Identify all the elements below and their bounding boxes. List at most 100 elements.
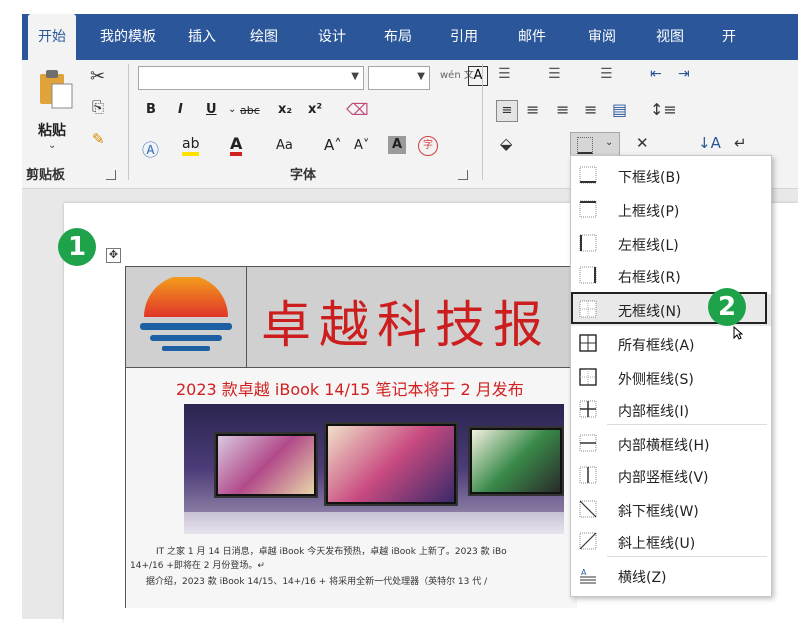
tab-layout[interactable]: 布局 xyxy=(384,14,412,60)
border-top-icon xyxy=(579,200,597,218)
cut-icon[interactable]: ✂ xyxy=(90,66,105,87)
border-bottom-icon xyxy=(577,137,593,154)
italic-button[interactable]: I xyxy=(178,102,183,117)
line-spacing-icon[interactable]: ↕≡ xyxy=(650,100,677,119)
border-inside-vertical-icon xyxy=(579,466,597,484)
font-color-icon[interactable]: A xyxy=(230,136,243,156)
logo-cell[interactable] xyxy=(125,266,247,368)
copy-icon[interactable]: ⎘ xyxy=(92,98,104,116)
border-inside-icon xyxy=(579,400,597,418)
menu-item-label: 内部框线(I) xyxy=(618,404,690,420)
article-paragraph-3: 据介绍，2023 款 iBook 14/15、14+/16 + 将采用全新一代处… xyxy=(146,577,488,587)
menu-item-bottom-border[interactable]: 下框线(B) xyxy=(571,160,771,192)
chevron-down-icon[interactable]: ⌄ xyxy=(228,104,236,115)
tv-image-center xyxy=(324,422,458,506)
paste-button[interactable]: 粘贴 ⌄ xyxy=(32,66,78,151)
menu-item-label: 内部竖框线(V) xyxy=(618,470,709,486)
article-paragraph-2: 14+/16 +即将在 2 月份登场。↵ xyxy=(130,561,265,571)
clipboard-group-label: 剪贴板 xyxy=(26,168,66,183)
tab-insert[interactable]: 插入 xyxy=(188,14,216,60)
superscript-button[interactable]: x² xyxy=(308,102,322,117)
menu-item-diagonal-down[interactable]: 斜下框线(W) xyxy=(571,494,771,526)
tv-image-left xyxy=(214,432,318,498)
strikethrough-button[interactable]: abc xyxy=(240,104,260,117)
menu-item-label: 上框线(P) xyxy=(618,204,680,220)
tab-mailings[interactable]: 邮件 xyxy=(518,14,546,60)
font-size-combo[interactable]: ▼ xyxy=(368,66,430,90)
char-shading-icon[interactable]: A xyxy=(388,136,406,154)
tab-strip: 开始 我的模板 插入 绘图 设计 布局 引用 邮件 审阅 视图 开 xyxy=(22,14,798,60)
menu-item-outside-borders[interactable]: 外侧框线(S) xyxy=(571,362,771,394)
border-all-icon xyxy=(579,334,597,352)
enclose-char-icon[interactable]: 字 xyxy=(418,136,438,156)
menu-item-right-border[interactable]: 右框线(R) xyxy=(571,260,771,292)
text-effects-icon[interactable]: Ⓐ xyxy=(142,136,159,161)
asian-layout-icon[interactable]: ✕ xyxy=(636,134,649,152)
title-cell[interactable]: 卓越科技报 xyxy=(247,266,577,368)
show-marks-icon[interactable]: ↵ xyxy=(734,134,747,152)
char-border-button[interactable]: A xyxy=(468,66,488,86)
increase-indent-icon[interactable]: ⇥ xyxy=(678,66,690,82)
tab-references[interactable]: 引用 xyxy=(450,14,478,60)
border-outside-icon xyxy=(579,368,597,386)
ribbon-separator xyxy=(482,64,483,180)
align-center-icon[interactable]: ≡ xyxy=(526,100,539,119)
font-name-combo[interactable]: ▼ xyxy=(138,66,364,90)
tab-home[interactable]: 开始 xyxy=(28,14,76,60)
distributed-icon[interactable]: ▤ xyxy=(612,100,627,119)
menu-item-diagonal-up[interactable]: 斜上框线(U) xyxy=(571,526,771,558)
shading-icon[interactable]: ⬙ xyxy=(500,134,512,153)
step-badge-1: 1 xyxy=(58,228,96,266)
underline-button[interactable]: U xyxy=(206,102,217,117)
numbering-icon[interactable]: ☰ xyxy=(548,66,561,82)
clear-formatting-icon[interactable]: ⌫ xyxy=(346,100,369,119)
article-paragraph-1: IT 之家 1 月 14 日消息，卓越 iBook 今天发布预热，卓越 iBoo… xyxy=(156,547,507,557)
menu-separator xyxy=(607,424,767,425)
mouse-pointer-icon xyxy=(733,326,743,340)
border-left-icon xyxy=(579,234,597,252)
tab-my-templates[interactable]: 我的模板 xyxy=(100,14,156,60)
menu-item-label: 内部横框线(H) xyxy=(618,438,710,454)
chevron-down-icon: ▼ xyxy=(351,71,359,82)
tv-image-right xyxy=(468,426,564,496)
menu-item-left-border[interactable]: 左框线(L) xyxy=(571,228,771,260)
tab-draw[interactable]: 绘图 xyxy=(250,14,278,60)
font-launcher-icon[interactable] xyxy=(458,170,468,180)
menu-item-label: 所有框线(A) xyxy=(618,338,695,354)
tab-design[interactable]: 设计 xyxy=(318,14,346,60)
menu-item-horizontal-line[interactable]: A 横线(Z) xyxy=(571,560,771,592)
menu-item-top-border[interactable]: 上框线(P) xyxy=(571,194,771,226)
table-move-handle[interactable]: ✥ xyxy=(106,248,121,263)
align-left-icon[interactable]: ≡ xyxy=(496,100,518,122)
newspaper-title: 卓越科技报 xyxy=(261,296,551,354)
article-cell[interactable]: 2023 款卓越 iBook 14/15 笔记本将于 2 月发布 IT 之家 1… xyxy=(125,368,577,608)
menu-separator xyxy=(607,556,767,557)
diagonal-down-icon xyxy=(579,500,597,518)
sunrise-logo xyxy=(140,277,232,351)
grow-font-icon[interactable]: A˄ xyxy=(324,136,342,154)
sort-icon[interactable]: ↓A xyxy=(698,134,721,152)
tab-view[interactable]: 视图 xyxy=(656,14,684,60)
format-painter-icon[interactable]: ✎ xyxy=(92,130,105,148)
tab-more[interactable]: 开 xyxy=(722,14,736,60)
align-right-icon[interactable]: ≡ xyxy=(556,100,569,119)
font-group-label: 字体 xyxy=(290,168,317,183)
tab-review[interactable]: 审阅 xyxy=(588,14,616,60)
borders-dropdown-menu: 下框线(B) 上框线(P) 左框线(L) 右框线(R) 无框线(N) 所有框线(… xyxy=(570,155,772,597)
shrink-font-icon[interactable]: A˅ xyxy=(354,138,369,153)
multilevel-list-icon[interactable]: ☰ xyxy=(600,66,613,82)
justify-icon[interactable]: ≡ xyxy=(584,100,597,119)
menu-item-label: 斜下框线(W) xyxy=(618,504,699,520)
bold-button[interactable]: B xyxy=(146,102,156,117)
change-case-button[interactable]: Aa xyxy=(276,138,293,153)
clipboard-launcher-icon[interactable] xyxy=(106,170,116,180)
decrease-indent-icon[interactable]: ⇤ xyxy=(650,66,662,82)
subscript-button[interactable]: x₂ xyxy=(278,102,292,117)
bullets-icon[interactable]: ☰ xyxy=(498,66,511,82)
menu-item-inside-borders[interactable]: 内部框线(I) xyxy=(571,394,771,426)
menu-item-inside-horizontal[interactable]: 内部横框线(H) xyxy=(571,428,771,460)
paste-label: 粘贴 xyxy=(38,123,66,139)
highlight-color-icon[interactable]: ab xyxy=(182,136,200,156)
menu-item-inside-vertical[interactable]: 内部竖框线(V) xyxy=(571,460,771,492)
paste-dropdown-arrow[interactable]: ⌄ xyxy=(48,140,56,151)
